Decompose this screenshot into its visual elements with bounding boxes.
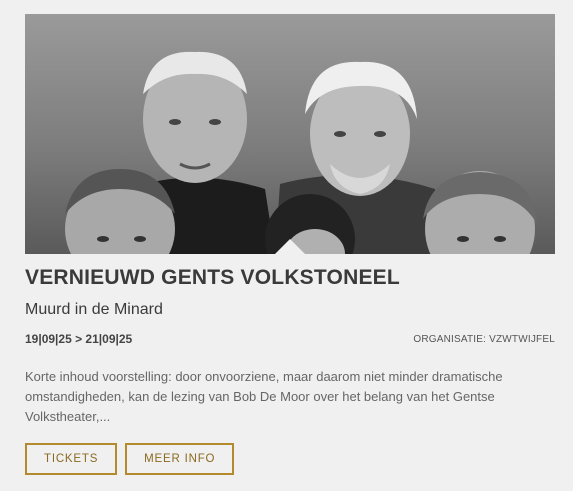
group-portrait-image — [65, 51, 537, 254]
more-info-button[interactable]: MEER INFO — [125, 443, 235, 475]
event-dates: 19|09|25 > 21|09|25 — [25, 332, 133, 346]
photo-notch — [275, 239, 305, 254]
event-photo[interactable] — [25, 14, 555, 254]
event-organisation: ORGANISATIE: VZWTWIJFEL — [413, 334, 555, 345]
event-card: VERNIEUWD GENTS VOLKSTONEEL Muurd in de … — [25, 14, 555, 475]
action-buttons: TICKETS MEER INFO — [25, 443, 235, 475]
event-title[interactable]: VERNIEUWD GENTS VOLKSTONEEL — [25, 266, 400, 290]
event-subtitle: Muurd in de Minard — [25, 301, 163, 318]
tickets-button[interactable]: TICKETS — [25, 443, 118, 475]
event-description: Korte inhoud voorstelling: door onvoorzi… — [25, 369, 503, 424]
